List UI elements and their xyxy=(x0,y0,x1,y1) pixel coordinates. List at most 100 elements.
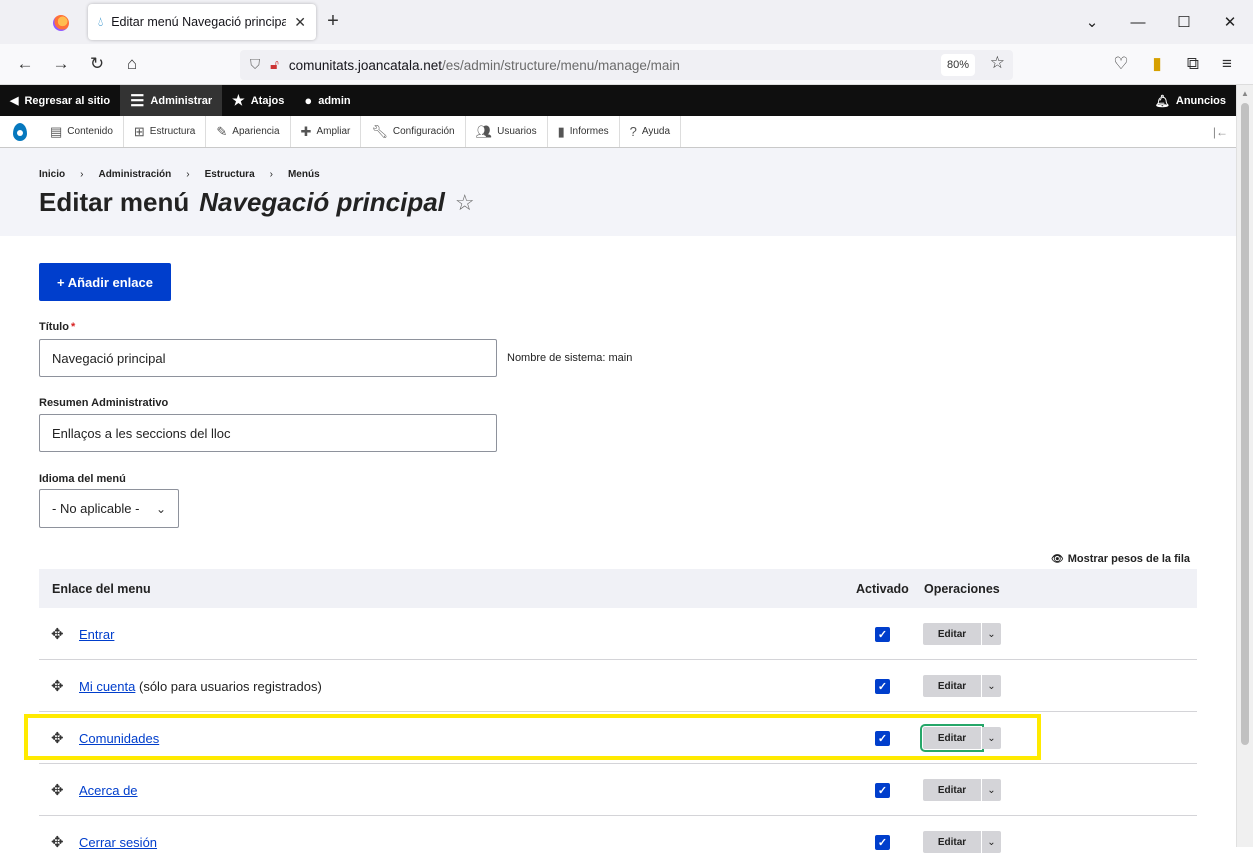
menu-link[interactable]: Acerca de xyxy=(79,783,138,798)
breadcrumb-menus[interactable]: Menús xyxy=(288,169,320,180)
tray-item-extend[interactable]: ✚ Ampliar xyxy=(291,116,362,147)
breadcrumb-home[interactable]: Inicio xyxy=(39,169,65,180)
drag-handle-icon[interactable]: ✥ xyxy=(51,833,64,851)
shield-icon[interactable]: ⛉ xyxy=(250,57,260,73)
drupal-logo-icon[interactable] xyxy=(0,116,40,147)
language-select[interactable]: - No aplicable - ⌄ xyxy=(39,489,179,528)
chevron-down-icon[interactable]: ⌄ xyxy=(981,779,1001,801)
close-tab-icon[interactable]: ✕ xyxy=(294,14,306,31)
insecure-lock-icon[interactable]: 🔓︎ xyxy=(270,57,279,73)
summary-label: Resumen Administrativo xyxy=(39,397,169,409)
menu-link-note: (sólo para usuarios registrados) xyxy=(139,679,322,694)
page-header: Inicio › Administración › Estructura › Menú… xyxy=(0,148,1236,236)
chevron-down-icon[interactable]: ⌄ xyxy=(981,727,1001,749)
drag-handle-icon[interactable]: ✥ xyxy=(51,625,64,643)
home-icon[interactable]: ⌂ xyxy=(121,53,143,75)
edit-button[interactable]: Editar xyxy=(923,623,981,645)
edit-button[interactable]: Editar xyxy=(920,724,984,752)
menu-hamburger-icon[interactable]: ≡ xyxy=(1216,53,1238,75)
tray-item-appearance[interactable]: ✎ Apariencia xyxy=(206,116,291,147)
minimize-icon[interactable]: — xyxy=(1115,0,1161,44)
admin-toolbar: ◀ Regresar al sitio ☰ Administrar ★ Ataj… xyxy=(0,85,1236,116)
scroll-up-icon[interactable]: ▲ xyxy=(1241,89,1249,98)
enabled-checkbox[interactable]: ✓ xyxy=(875,731,890,746)
add-link-button[interactable]: + Añadir enlace xyxy=(39,263,171,301)
reload-icon[interactable]: ↻ xyxy=(86,53,108,75)
drag-handle-icon[interactable]: ✥ xyxy=(51,677,64,695)
edit-button[interactable]: Editar xyxy=(923,779,981,801)
header-operations: Operaciones xyxy=(924,582,1000,596)
admin-tray: ▤ Contenido ⊞ Estructura ✎ Apariencia ✚ Ampl… xyxy=(0,116,1236,148)
hamburger-icon: ☰ xyxy=(130,92,145,110)
announcements-tab[interactable]: 🔔︎ Anuncios xyxy=(1145,85,1236,116)
extension-icon[interactable]: ▮ xyxy=(1146,53,1168,75)
firefox-tab[interactable] xyxy=(36,6,86,40)
favorite-star-icon[interactable]: ☆ xyxy=(455,190,475,216)
chevron-down-icon: ⌄ xyxy=(155,501,166,516)
operations: Editar ⌄ xyxy=(920,724,1001,752)
drag-handle-icon[interactable]: ✥ xyxy=(51,781,64,799)
table-header: Enlace del menu Activado Operaciones xyxy=(39,569,1197,608)
help-icon: ? xyxy=(629,124,637,139)
tray-item-help[interactable]: ? Ayuda xyxy=(620,116,682,147)
tab-list-icon[interactable]: ⌄ xyxy=(1069,0,1115,44)
chevron-down-icon[interactable]: ⌄ xyxy=(981,623,1001,645)
scrollbar-thumb[interactable] xyxy=(1241,103,1249,745)
table-row: ✥ Mi cuenta (sólo para usuarios registra… xyxy=(39,660,1197,712)
close-window-icon[interactable]: ✕ xyxy=(1207,0,1253,44)
enabled-checkbox[interactable]: ✓ xyxy=(875,627,890,642)
enabled-checkbox[interactable]: ✓ xyxy=(875,783,890,798)
summary-input[interactable]: Enllaços a les seccions del lloc xyxy=(39,414,497,452)
zoom-level[interactable]: 80% xyxy=(940,54,975,76)
operations: Editar ⌄ xyxy=(923,623,1001,645)
people-icon: 👥︎ xyxy=(475,123,493,139)
tray-item-reports[interactable]: ▮ Informes xyxy=(548,116,620,147)
extensions-puzzle-icon[interactable]: ⧉ xyxy=(1182,53,1204,75)
chevron-down-icon[interactable]: ⌄ xyxy=(981,675,1001,697)
breadcrumb-structure[interactable]: Estructura xyxy=(205,169,255,180)
menu-link[interactable]: Entrar xyxy=(79,627,114,642)
header-enabled: Activado xyxy=(856,582,909,596)
breadcrumb-admin[interactable]: Administración xyxy=(98,169,171,180)
back-to-site-link[interactable]: ◀ Regresar al sitio xyxy=(0,85,120,116)
enabled-checkbox[interactable]: ✓ xyxy=(875,679,890,694)
show-weights-link[interactable]: 👁︎ Mostrar pesos de la fila xyxy=(1051,553,1190,565)
machine-name: Nombre de sistema: main xyxy=(507,352,633,364)
tray-item-people[interactable]: 👥︎ Usuarios xyxy=(466,116,548,147)
table-row: ✥ Entrar ✓ Editar ⌄ xyxy=(39,608,1197,660)
maximize-icon[interactable]: ☐ xyxy=(1161,0,1207,44)
page-scrollbar[interactable]: ▲ xyxy=(1236,85,1253,847)
browser-nav-bar: ← → ↻ ⌂ ⛉ 🔓︎ comunitats.joancatala.net/e… xyxy=(0,44,1253,85)
collapse-tray-icon[interactable]: |← xyxy=(1205,116,1236,147)
star-icon: ★ xyxy=(232,92,245,108)
title-input[interactable]: Navegació principal xyxy=(39,339,497,377)
firefox-icon xyxy=(53,15,69,31)
browser-tab-bar: 💧︎ Editar menú Navegació principal ✕ + ⌄… xyxy=(0,0,1253,44)
enabled-checkbox[interactable]: ✓ xyxy=(875,835,890,850)
document-icon: ▤ xyxy=(50,123,63,139)
operations: Editar ⌄ xyxy=(923,831,1001,853)
tray-item-content[interactable]: ▤ Contenido xyxy=(40,116,124,147)
drupal-favicon-icon: 💧︎ xyxy=(98,14,104,29)
tab-title: Editar menú Navegació principal xyxy=(111,15,287,29)
edit-button[interactable]: Editar xyxy=(923,831,981,853)
menu-link[interactable]: Comunidades xyxy=(79,731,159,746)
active-tab[interactable]: 💧︎ Editar menú Navegació principal ✕ xyxy=(88,4,316,40)
menu-link[interactable]: Cerrar sesión xyxy=(79,835,157,850)
bookmark-star-icon[interactable]: ☆ xyxy=(990,53,1005,73)
drag-handle-icon[interactable]: ✥ xyxy=(51,729,64,747)
eye-icon: 👁︎ xyxy=(1051,553,1064,565)
tray-item-structure[interactable]: ⊞ Estructura xyxy=(124,116,207,147)
user-tab[interactable]: ● admin xyxy=(294,85,360,116)
shortcuts-tab[interactable]: ★ Atajos xyxy=(222,85,294,116)
new-tab-icon[interactable]: + xyxy=(322,10,344,33)
manage-tab[interactable]: ☰ Administrar xyxy=(120,85,223,116)
back-icon[interactable]: ← xyxy=(14,53,36,75)
pocket-icon[interactable]: ♡ xyxy=(1110,53,1132,75)
url-bar[interactable]: ⛉ 🔓︎ comunitats.joancatala.net/es/admin/… xyxy=(240,50,1013,80)
forward-icon[interactable]: → xyxy=(50,53,72,75)
tray-item-configuration[interactable]: 🔧︎ Configuración xyxy=(361,116,466,147)
menu-link[interactable]: Mi cuenta xyxy=(79,679,135,694)
edit-button[interactable]: Editar xyxy=(923,675,981,697)
chevron-down-icon[interactable]: ⌄ xyxy=(981,831,1001,853)
